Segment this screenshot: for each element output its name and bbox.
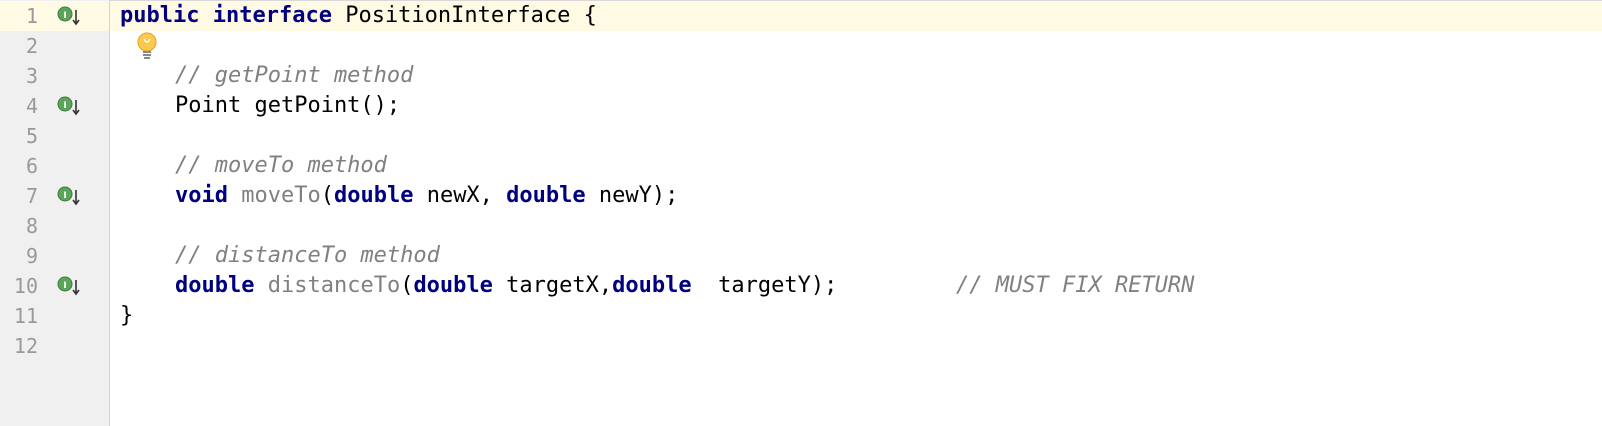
line-number-1: 1 <box>25 4 38 28</box>
param-targety: targetY); <box>691 273 838 298</box>
code-line-7[interactable]: void moveTo(double newX, double newY); <box>175 181 678 211</box>
param-targetx: targetX, <box>492 273 613 298</box>
closing-brace: } <box>120 303 134 328</box>
implemented-method-icon[interactable]: I <box>56 91 82 121</box>
open-paren: ( <box>320 183 334 208</box>
keyword-double: double <box>333 183 414 208</box>
keyword-double: double <box>612 273 692 298</box>
code-editor[interactable]: 1 2 3 4 5 6 7 8 9 10 11 12 I I I I publi… <box>0 0 1602 426</box>
keyword-double: double <box>506 183 586 208</box>
interface-name: PositionInterface { <box>345 3 597 28</box>
svg-text:I: I <box>63 191 66 201</box>
code-line-1[interactable]: public interface PositionInterface { <box>120 1 597 31</box>
svg-text:I: I <box>63 101 66 111</box>
line-number-11: 11 <box>13 304 38 328</box>
line-number-10: 10 <box>13 274 38 298</box>
keyword-interface: interface <box>212 3 332 28</box>
keyword-double: double <box>175 273 255 298</box>
svg-text:I: I <box>63 281 66 291</box>
svg-text:I: I <box>63 11 66 21</box>
comment-must-fix-return: // MUST FIX RETURN <box>956 273 1195 298</box>
line-number-12: 12 <box>13 334 38 358</box>
line-number-9: 9 <box>25 244 38 268</box>
keyword-void: void <box>175 183 228 208</box>
open-paren: ( <box>400 273 414 298</box>
code-line-9[interactable]: // distanceTo method <box>175 241 440 271</box>
method-name-moveto: moveTo <box>241 183 321 208</box>
editor-gutter[interactable]: 1 2 3 4 5 6 7 8 9 10 11 12 I I I I <box>0 0 110 426</box>
comment-getpoint: // getPoint method <box>175 63 414 88</box>
code-line-3[interactable]: // getPoint method <box>175 61 413 91</box>
comment-moveto: // moveTo method <box>175 153 387 178</box>
getpoint-declaration: Point getPoint(); <box>175 93 401 118</box>
code-line-6[interactable]: // moveTo method <box>175 151 387 181</box>
implemented-method-icon[interactable]: I <box>56 1 82 31</box>
line-number-3: 3 <box>25 64 38 88</box>
implemented-method-icon[interactable]: I <box>56 271 82 301</box>
line-number-8: 8 <box>25 214 38 238</box>
keyword-double: double <box>413 273 493 298</box>
line-number-2: 2 <box>25 34 38 58</box>
line-number-6: 6 <box>25 154 38 178</box>
lightbulb-icon[interactable] <box>134 31 160 61</box>
param-newx: newX, <box>413 183 507 208</box>
line-number-4: 4 <box>25 94 38 118</box>
line-number-5: 5 <box>25 124 38 148</box>
keyword-public: public <box>120 3 200 28</box>
implemented-method-icon[interactable]: I <box>56 181 82 211</box>
method-name-distanceto: distanceTo <box>267 273 401 298</box>
param-newy: newY); <box>585 183 679 208</box>
line-number-7: 7 <box>25 184 38 208</box>
code-line-4[interactable]: Point getPoint(); <box>175 91 400 121</box>
code-line-10-trailing-comment[interactable]: // MUST FIX RETURN <box>956 271 1194 301</box>
code-line-11[interactable]: } <box>120 301 133 331</box>
code-line-10[interactable]: double distanceTo(double targetX,double … <box>175 271 837 301</box>
comment-distanceto: // distanceTo method <box>175 243 440 268</box>
